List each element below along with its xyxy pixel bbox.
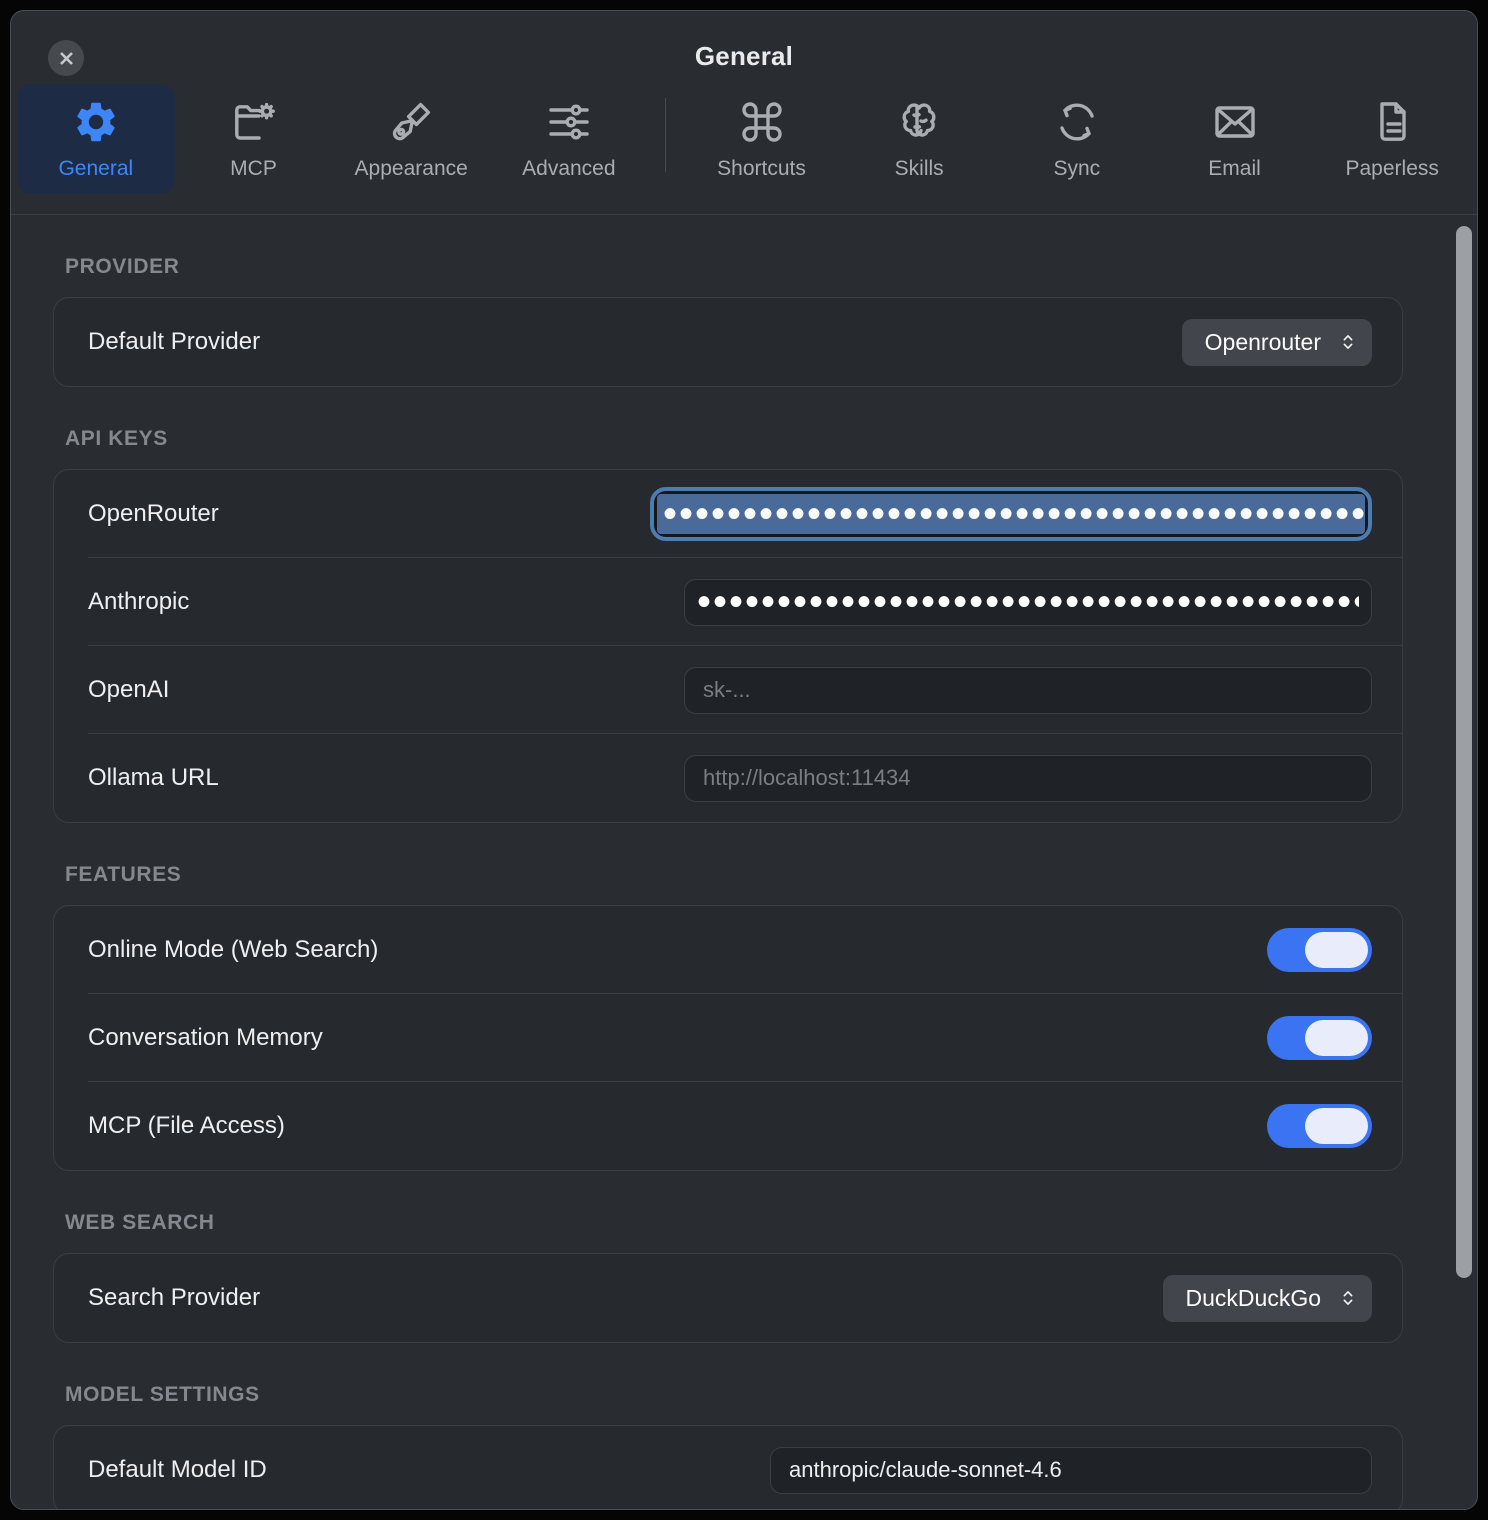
provider-card: Default Provider Openrouter <box>53 297 1403 387</box>
tab-shortcuts[interactable]: Shortcuts <box>683 84 841 194</box>
sliders-icon <box>545 98 593 146</box>
tab-mcp-label: MCP <box>230 157 277 181</box>
openai-key-label: OpenAI <box>88 676 169 704</box>
openrouter-key-masked-value: ••••••••••••••••••••••••••••••••••••••••… <box>657 494 1365 534</box>
anthropic-key-input[interactable] <box>684 579 1372 626</box>
online-mode-row: Online Mode (Web Search) <box>54 906 1402 994</box>
api-keys-card: OpenRouter •••••••••••••••••••••••••••••… <box>53 469 1403 823</box>
envelope-icon <box>1211 98 1259 146</box>
online-mode-label: Online Mode (Web Search) <box>88 936 378 964</box>
default-model-id-input[interactable] <box>770 1447 1372 1494</box>
features-card: Online Mode (Web Search) Conversation Me… <box>53 905 1403 1171</box>
toolbar: General MCP Appearance Advanced Shortcut… <box>17 84 1471 194</box>
tab-general[interactable]: General <box>17 84 175 194</box>
chevron-up-down-icon <box>1337 331 1359 353</box>
openai-key-input[interactable] <box>684 667 1372 714</box>
conversation-memory-row: Conversation Memory <box>54 994 1402 1082</box>
anthropic-key-row: Anthropic <box>54 558 1402 646</box>
toggle-knob <box>1305 932 1368 968</box>
settings-content: PROVIDER Default Provider Openrouter API… <box>11 214 1477 1509</box>
section-header-web-search: WEB SEARCH <box>65 1211 1403 1235</box>
section-header-api-keys: API KEYS <box>65 427 1403 451</box>
search-provider-row: Search Provider DuckDuckGo <box>54 1254 1402 1342</box>
tab-sync-label: Sync <box>1054 157 1101 181</box>
tab-general-label: General <box>58 157 133 181</box>
tab-advanced[interactable]: Advanced <box>490 84 648 194</box>
default-model-id-row: Default Model ID <box>54 1426 1402 1509</box>
tab-email-label: Email <box>1208 157 1261 181</box>
tab-paperless-label: Paperless <box>1346 157 1439 181</box>
chevron-up-down-icon <box>1337 1287 1359 1309</box>
section-header-model-settings: MODEL SETTINGS <box>65 1383 1403 1407</box>
openrouter-key-input[interactable]: ••••••••••••••••••••••••••••••••••••••••… <box>650 487 1372 541</box>
web-search-card: Search Provider DuckDuckGo <box>53 1253 1403 1343</box>
openrouter-key-row: OpenRouter •••••••••••••••••••••••••••••… <box>54 470 1402 558</box>
toggle-knob <box>1305 1020 1368 1056</box>
default-provider-value: Openrouter <box>1205 329 1321 356</box>
tab-email[interactable]: Email <box>1156 84 1314 194</box>
mcp-file-access-row: MCP (File Access) <box>54 1082 1402 1170</box>
tab-appearance[interactable]: Appearance <box>332 84 490 194</box>
default-provider-select[interactable]: Openrouter <box>1182 319 1372 366</box>
tab-paperless[interactable]: Paperless <box>1313 84 1471 194</box>
toggle-knob <box>1305 1108 1368 1144</box>
ollama-url-input[interactable] <box>684 755 1372 802</box>
mcp-file-access-label: MCP (File Access) <box>88 1112 285 1140</box>
conversation-memory-label: Conversation Memory <box>88 1024 323 1052</box>
openrouter-key-label: OpenRouter <box>88 500 219 528</box>
tab-appearance-label: Appearance <box>355 157 468 181</box>
toolbar-divider <box>665 98 666 172</box>
folder-gear-icon <box>230 98 278 146</box>
tab-mcp[interactable]: MCP <box>175 84 333 194</box>
section-header-provider: PROVIDER <box>65 255 1403 279</box>
mcp-file-access-toggle[interactable] <box>1267 1104 1372 1148</box>
scrollbar[interactable] <box>1456 226 1472 1278</box>
default-provider-row: Default Provider Openrouter <box>54 298 1402 386</box>
gear-icon <box>72 98 120 146</box>
ollama-url-label: Ollama URL <box>88 764 219 792</box>
anthropic-key-label: Anthropic <box>88 588 189 616</box>
sync-icon <box>1053 98 1101 146</box>
model-settings-card: Default Model ID <box>53 1425 1403 1509</box>
ollama-url-row: Ollama URL <box>54 734 1402 822</box>
search-provider-value: DuckDuckGo <box>1186 1285 1321 1312</box>
tab-advanced-label: Advanced <box>522 157 615 181</box>
default-provider-label: Default Provider <box>88 328 260 356</box>
document-icon <box>1368 98 1416 146</box>
search-provider-select[interactable]: DuckDuckGo <box>1163 1275 1372 1322</box>
section-header-features: FEATURES <box>65 863 1403 887</box>
settings-window: General General MCP Appearance Advanced … <box>10 10 1478 1510</box>
tab-skills-label: Skills <box>895 157 944 181</box>
command-icon <box>738 98 786 146</box>
online-mode-toggle[interactable] <box>1267 928 1372 972</box>
window-title: General <box>11 41 1477 72</box>
tab-sync[interactable]: Sync <box>998 84 1156 194</box>
openai-key-row: OpenAI <box>54 646 1402 734</box>
brain-icon <box>895 98 943 146</box>
paintbrush-icon <box>387 98 435 146</box>
default-model-id-label: Default Model ID <box>88 1456 267 1484</box>
conversation-memory-toggle[interactable] <box>1267 1016 1372 1060</box>
tab-skills[interactable]: Skills <box>840 84 998 194</box>
tab-shortcuts-label: Shortcuts <box>717 157 806 181</box>
search-provider-label: Search Provider <box>88 1284 260 1312</box>
